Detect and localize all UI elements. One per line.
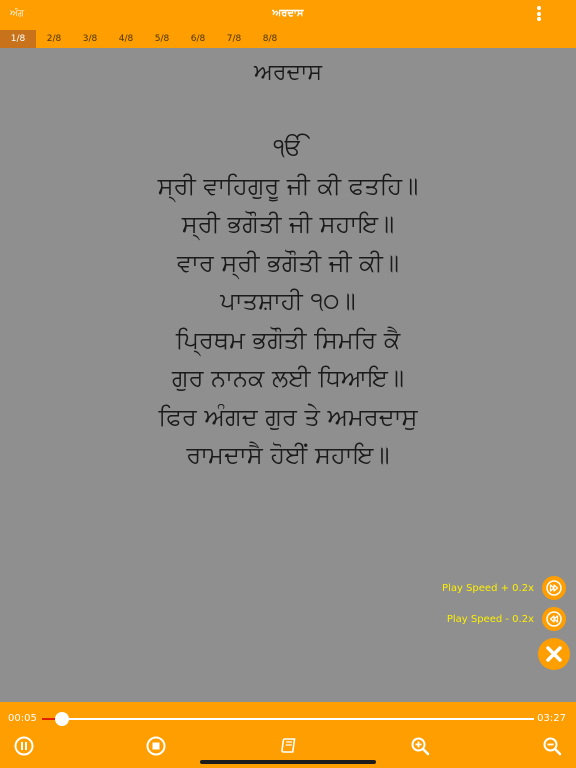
speed-decrease-label: Play Speed - 0.2x: [446, 613, 534, 625]
zoom-in-icon[interactable]: [410, 736, 430, 756]
tab-page-6[interactable]: 6/8: [180, 30, 216, 48]
verse-line: ੴ: [273, 133, 303, 161]
stop-icon[interactable]: [146, 736, 166, 756]
verse-list: ੴ ਸ੍ਰੀ ਵਾਹਿਗੁਰੂ ਜੀ ਕੀ ਫਤਹਿ॥ ਸ੍ਰੀ ਭਗੌਤੀ ਜ…: [0, 128, 576, 475]
tab-page-7[interactable]: 7/8: [216, 30, 252, 48]
book-icon[interactable]: [278, 736, 298, 756]
total-time: 03:27: [537, 713, 566, 724]
current-time: 00:05: [8, 713, 37, 724]
page-title: ਅਰਦਾਸ: [272, 8, 304, 19]
verse-line: ਪ੍ਰਿਥਮ ਭਗੌਤੀ ਸਿਮਰਿ ਕੈ: [175, 325, 401, 354]
verse-line: ਸ੍ਰੀ ਵਾਹਿਗੁਰੂ ਜੀ ਕੀ ਫਤਹਿ॥: [157, 171, 419, 200]
verse-line: ਸ੍ਰੀ ਭਗੌਤੀ ਜੀ ਸਹਾਇ॥: [181, 210, 395, 238]
tab-page-3[interactable]: 3/8: [72, 30, 108, 48]
tab-page-8[interactable]: 8/8: [252, 30, 288, 48]
verse-line: ਰਾਮਦਾਸੈ ਹੋਈਂ ਸਹਾਇ॥: [186, 441, 390, 469]
speed-increase-label: Play Speed + 0.2x: [442, 582, 534, 594]
page-tabs: 1/8 2/8 3/8 4/8 5/8 6/8 7/8 8/8: [0, 30, 576, 48]
top-bar: ਅੰਗ ਅਰਦਾਸ: [0, 0, 576, 30]
rewind-icon[interactable]: [542, 607, 566, 631]
content-heading: ਅਰਦਾਸ: [253, 60, 323, 85]
tab-page-5[interactable]: 5/8: [144, 30, 180, 48]
fast-forward-icon[interactable]: [542, 576, 566, 600]
tab-page-4[interactable]: 4/8: [108, 30, 144, 48]
tab-page-2[interactable]: 2/8: [36, 30, 72, 48]
zoom-out-icon[interactable]: [542, 736, 562, 756]
tab-page-1[interactable]: 1/8: [0, 30, 36, 48]
home-indicator: [200, 760, 376, 764]
audio-player: 00:05 03:27: [0, 702, 576, 768]
seek-bar[interactable]: [42, 712, 534, 726]
verse-line: ਫਿਰ ਅੰਗਦ ਗੁਰ ਤੇ ਅਮਰਦਾਸੁ: [158, 402, 418, 431]
verse-line: ਗੁਰ ਨਾਨਕ ਲਈ ਧਿਆਇ॥: [171, 364, 405, 392]
seek-thumb[interactable]: [54, 712, 69, 726]
close-icon[interactable]: [538, 638, 570, 670]
speed-increase-row[interactable]: Play Speed + 0.2x: [442, 576, 566, 600]
more-options-icon[interactable]: [536, 6, 542, 24]
verse-line: ਵਾਰ ਸ੍ਰੀ ਭਗੌਤੀ ਜੀ ਕੀ॥: [176, 248, 400, 277]
reading-area[interactable]: ਅਰਦਾਸ ੴ ਸ੍ਰੀ ਵਾਹਿਗੁਰੂ ਜੀ ਕੀ ਫਤਹਿ॥ ਸ੍ਰੀ ਭ…: [0, 48, 576, 702]
verse-line: ਪਾਤਸ਼ਾਹੀ ੧੦॥: [220, 287, 356, 315]
speed-decrease-row[interactable]: Play Speed - 0.2x: [447, 607, 566, 631]
pause-icon[interactable]: [14, 736, 34, 756]
